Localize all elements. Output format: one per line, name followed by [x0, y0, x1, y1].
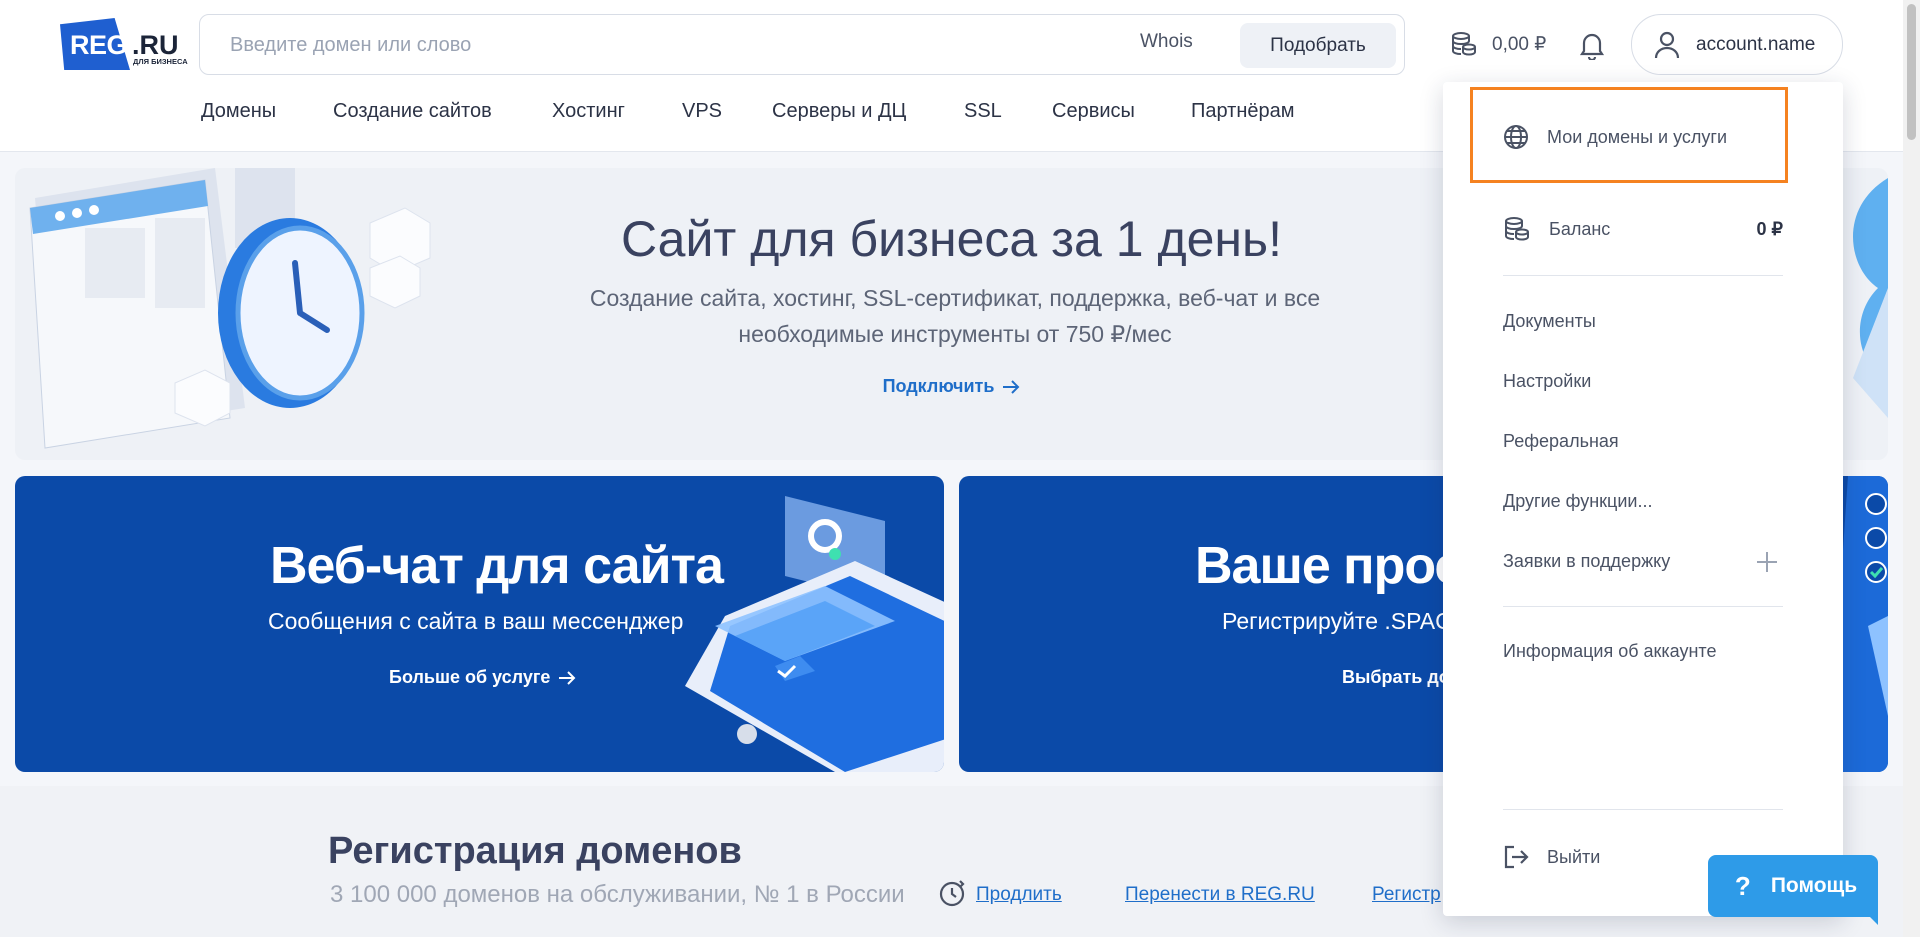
help-label: Помощь	[1770, 874, 1858, 897]
user-icon	[1654, 31, 1680, 58]
menu-item-account-info[interactable]: Информация об аккаунте	[1503, 641, 1717, 662]
menu-divider	[1503, 809, 1783, 810]
domain-card-subtitle: Регистрируйте .SPAC	[1222, 608, 1452, 634]
search-submit-button[interactable]: Подобрать	[1240, 23, 1396, 68]
menu-item-other-functions[interactable]: Другие функции...	[1503, 491, 1652, 512]
page-scrollbar[interactable]	[1903, 0, 1920, 937]
scrollbar-thumb[interactable]	[1907, 4, 1916, 140]
coins-icon	[1505, 217, 1529, 241]
balance-label: Баланс	[1549, 218, 1611, 239]
arrow-right-icon	[559, 670, 576, 685]
hero-connect-label: Подключить	[882, 376, 995, 396]
transfer-domain-link[interactable]: Перенести в REG.RU	[1125, 884, 1315, 906]
menu-divider	[1503, 275, 1783, 276]
logo-subtitle: ДЛЯ БИЗНЕСА	[133, 57, 188, 66]
menu-divider	[1503, 606, 1783, 607]
menu-item-settings[interactable]: Настройки	[1503, 371, 1591, 392]
question-icon: ?	[1734, 870, 1751, 901]
menu-item-balance[interactable]: Баланс	[1503, 215, 1783, 243]
logout-label: Выйти	[1547, 846, 1601, 867]
renew-domain-link[interactable]: Продлить	[976, 884, 1062, 906]
header-balance[interactable]: 0,00 ₽	[1450, 28, 1546, 60]
hero-subtitle-line2: необходимые инструменты от 750 ₽/мес	[738, 321, 1172, 347]
nav-item-site-builder[interactable]: Создание сайтов	[333, 100, 492, 123]
domain-choose-label: Выбрать до	[1342, 667, 1450, 687]
plus-icon[interactable]	[1755, 550, 1779, 574]
nav-item-servers[interactable]: Серверы и ДЦ	[772, 100, 906, 123]
domains-title: Регистрация доменов	[328, 830, 742, 872]
webchat-card-subtitle: Сообщения с сайта в ваш мессенджер	[268, 608, 684, 634]
menu-item-referral[interactable]: Реферальная	[1503, 431, 1619, 452]
coins-icon	[1452, 32, 1476, 56]
account-name: account.name	[1696, 33, 1816, 55]
account-menu-button[interactable]: account.name	[1631, 14, 1843, 75]
domain-choose-link[interactable]: Выбрать до	[1342, 667, 1450, 688]
domain-search-box: Whois Подобрать	[199, 14, 1405, 75]
webchat-illustration	[685, 496, 944, 772]
nav-item-partners[interactable]: Партнёрам	[1191, 100, 1295, 123]
domains-subtitle: 3 100 000 доменов на обслуживании, № 1 в…	[330, 881, 905, 908]
reg-ru-logo[interactable]: REG .RU ДЛЯ БИЗНЕСА	[60, 14, 190, 72]
menu-item-documents[interactable]: Документы	[1503, 311, 1596, 332]
webchat-more-label: Больше об услуге	[389, 667, 551, 687]
nav-item-services[interactable]: Сервисы	[1052, 100, 1135, 123]
logo-reg-text: REG	[70, 30, 128, 60]
arrow-right-icon	[1003, 379, 1020, 394]
hero-subtitle-line1: Создание сайта, хостинг, SSL-сертификат,…	[589, 285, 1321, 311]
bell-icon[interactable]	[1578, 30, 1606, 60]
renew-clock-icon	[939, 880, 965, 907]
domain-search-input[interactable]	[228, 29, 1028, 61]
logout-icon	[1504, 845, 1529, 869]
menu-item-support-tickets[interactable]: Заявки в поддержку	[1503, 551, 1670, 572]
domain-card-title: Ваше прос	[1195, 537, 1463, 595]
globe-icon	[1504, 125, 1528, 149]
register-domain-link[interactable]: Регистр	[1372, 884, 1441, 906]
header-balance-value: 0,00 ₽	[1492, 33, 1547, 55]
menu-item-my-domains[interactable]: Мои домены и услуги	[1503, 124, 1727, 150]
help-button[interactable]: ? Помощь	[1708, 855, 1878, 917]
hero-subtitle: Создание сайта, хостинг, SSL-сертификат,…	[555, 280, 1355, 352]
whois-link[interactable]: Whois	[1140, 31, 1193, 53]
menu-item-logout[interactable]: Выйти	[1503, 844, 1600, 870]
nav-item-vps[interactable]: VPS	[682, 100, 722, 123]
webchat-card-title: Веб-чат для сайта	[270, 537, 724, 595]
account-dropdown-menu: Мои домены и услуги Баланс 0 ₽ Документы…	[1443, 82, 1843, 916]
webchat-promo-card[interactable]: Веб-чат для сайта Сообщения с сайта в ва…	[15, 476, 944, 772]
my-domains-label: Мои домены и услуги	[1547, 126, 1728, 147]
nav-item-hosting[interactable]: Хостинг	[552, 100, 625, 123]
nav-item-ssl[interactable]: SSL	[964, 100, 1002, 123]
webchat-more-link[interactable]: Больше об услуге	[389, 667, 576, 688]
nav-item-domains[interactable]: Домены	[201, 100, 276, 123]
balance-value: 0 ₽	[1756, 219, 1783, 239]
